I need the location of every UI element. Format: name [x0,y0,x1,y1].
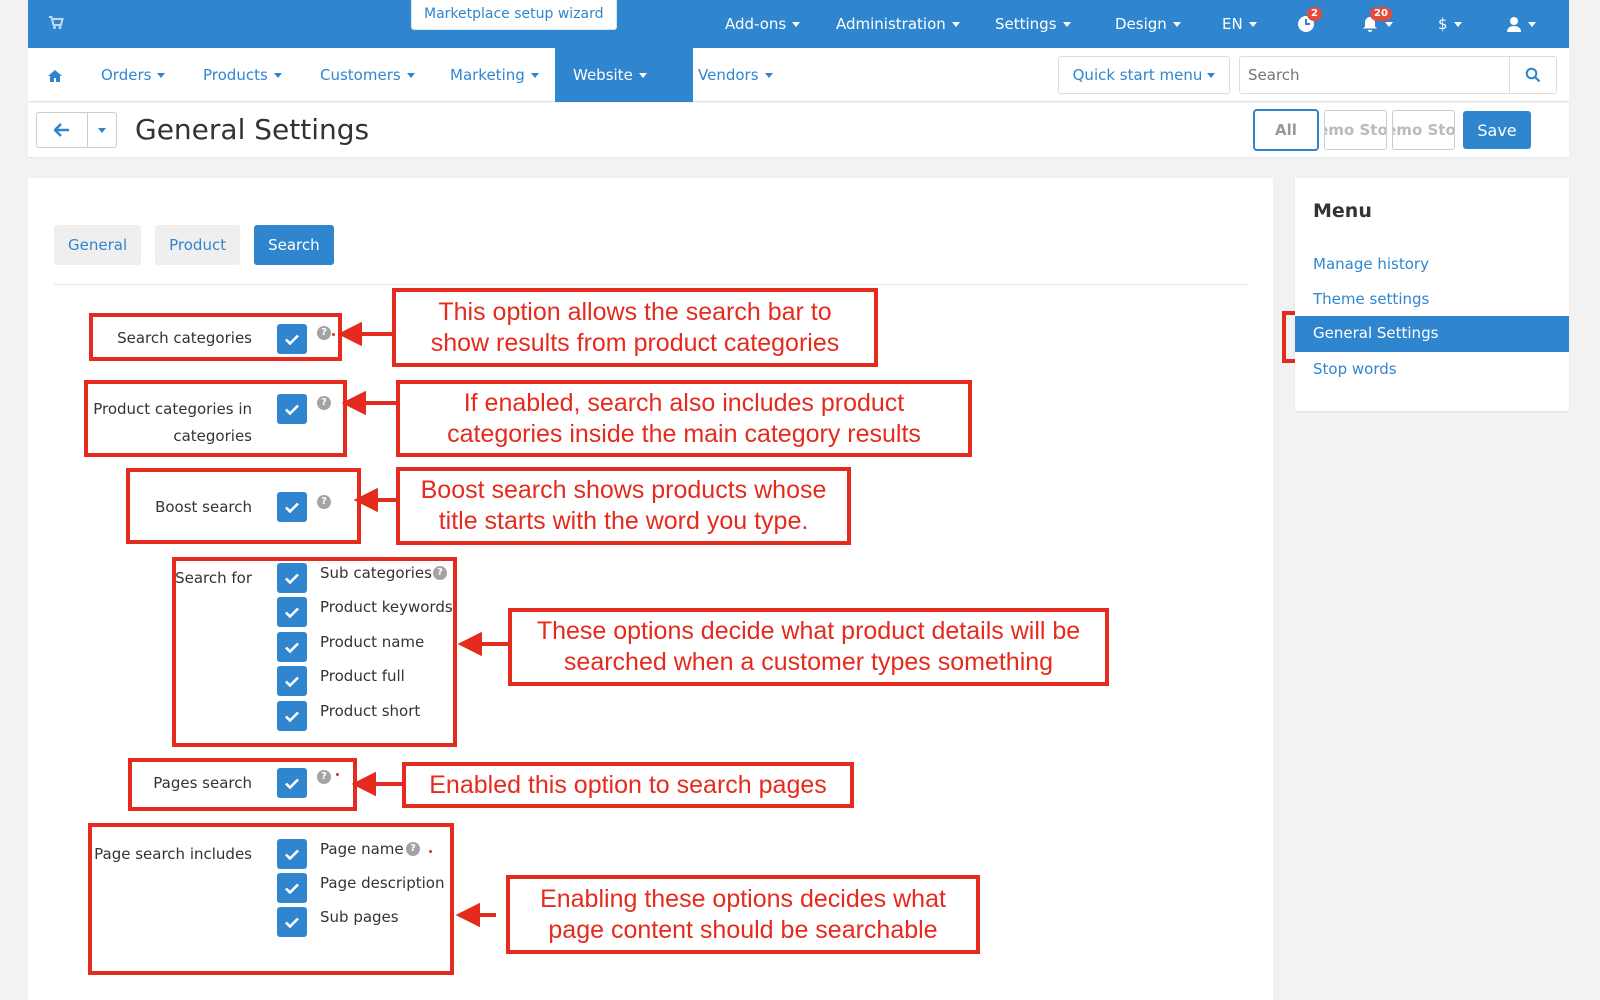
annotation-arrows [337,321,508,928]
settings-sidebar: Menu Manage history Theme settings Gener… [1295,178,1569,411]
sidebar-item-manage-history[interactable]: Manage history [1313,254,1429,274]
arrow-head-icon [455,902,480,928]
sidebar-item-label: General Settings [1313,324,1439,342]
sidebar-item-theme-settings[interactable]: Theme settings [1313,289,1429,309]
arrow-head-icon [351,771,376,797]
arrow-head-icon [337,321,362,347]
sidebar-title: Menu [1313,200,1372,222]
sidebar-item-general-settings[interactable]: General Settings [1295,316,1569,352]
arrow-head-icon [457,631,482,657]
sidebar-item-stop-words[interactable]: Stop words [1313,359,1397,379]
arrow-head-icon [353,487,378,513]
arrow-head-icon [341,390,366,416]
